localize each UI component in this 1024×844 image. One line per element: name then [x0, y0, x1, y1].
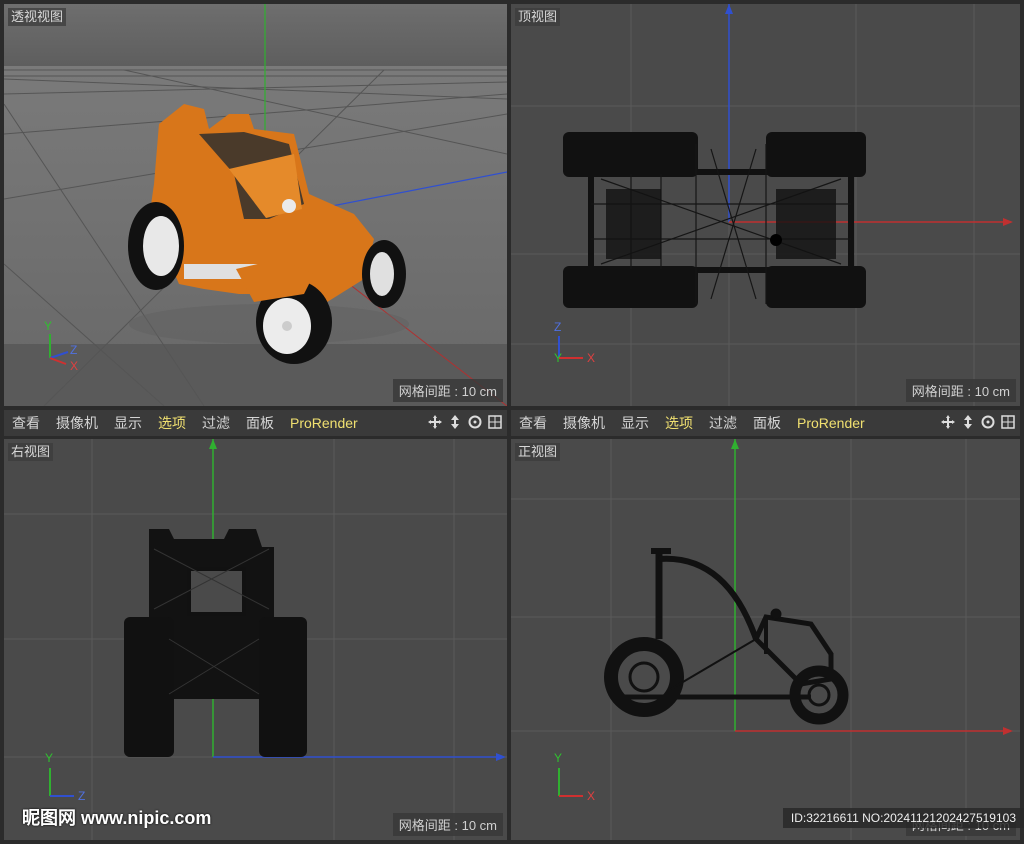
menu-display[interactable]: 显示 [613, 413, 657, 433]
menu-camera[interactable]: 摄像机 [48, 413, 106, 433]
watermark-id: ID:32216611 NO:20241121202427519103 [782, 808, 1024, 828]
right-wireframe[interactable] [124, 529, 307, 757]
menu-panel[interactable]: 面板 [745, 413, 789, 433]
move-view-icon[interactable] [940, 414, 956, 430]
axis-y-label: Y [44, 319, 52, 333]
axis-x-label: X [587, 351, 595, 365]
axis-gizmo-front: Y X [554, 751, 595, 803]
viewport-label: 右视图 [8, 443, 54, 461]
maximize-view-icon[interactable] [1000, 414, 1016, 430]
zoom-view-icon[interactable] [447, 414, 463, 430]
menu-display[interactable]: 显示 [106, 413, 150, 433]
menu-view[interactable]: 查看 [511, 413, 555, 433]
grid-spacing: 网格间距 : 10 cm [392, 379, 503, 402]
viewport-label: 透视视图 [8, 8, 67, 26]
axis-y-label: Y [554, 351, 562, 365]
viewport-label: 正视图 [515, 443, 561, 461]
viewport-toolbar-right: 查看 摄像机 显示 选项 过滤 面板 ProRender [511, 410, 1020, 436]
menu-prorender[interactable]: ProRender [282, 415, 366, 431]
viewport-right[interactable]: 右视图 Y Z 网格间距 : 10 cm [4, 439, 507, 840]
axis-y-label: Y [45, 751, 53, 765]
menu-options[interactable]: 选项 [657, 413, 701, 433]
menu-options[interactable]: 选项 [150, 413, 194, 433]
watermark-logo: 昵图网 www.nipic.com [22, 808, 212, 828]
menu-panel[interactable]: 面板 [238, 413, 282, 433]
viewport-label: 顶视图 [515, 8, 561, 26]
front-wireframe[interactable] [604, 548, 849, 725]
axis-gizmo-perspective: Y Z X [44, 319, 78, 373]
axis-x-label: X [70, 359, 78, 373]
axis-z-label: Z [554, 320, 561, 334]
grid-spacing: 网格间距 : 10 cm [905, 379, 1016, 402]
axis-gizmo-right: Y Z [45, 751, 85, 803]
rotate-view-icon[interactable] [980, 414, 996, 430]
rotate-view-icon[interactable] [467, 414, 483, 430]
axis-x-label: X [587, 789, 595, 803]
axis-z-label: Z [78, 789, 85, 803]
menu-prorender[interactable]: ProRender [789, 415, 873, 431]
axis-z-label: Z [70, 343, 77, 357]
grid-spacing: 网格间距 : 10 cm [392, 813, 503, 836]
move-view-icon[interactable] [427, 414, 443, 430]
zoom-view-icon[interactable] [960, 414, 976, 430]
top-wireframe[interactable] [563, 132, 866, 308]
menu-view[interactable]: 查看 [4, 413, 48, 433]
viewport-front[interactable]: 正视图 Y X 网格间距 : 10 cm [511, 439, 1020, 840]
viewport-perspective[interactable]: 透视视图 Y Z X 网格间距 : 10 cm [4, 4, 507, 406]
maximize-view-icon[interactable] [487, 414, 503, 430]
axis-gizmo-top: Z Y X [554, 320, 595, 365]
menu-filter[interactable]: 过滤 [194, 413, 238, 433]
viewport-toolbar-left: 查看 摄像机 显示 选项 过滤 面板 ProRender [4, 410, 507, 436]
viewport-top[interactable]: 顶视图 Z Y X 网格间距 : 10 cm [511, 4, 1020, 406]
menu-filter[interactable]: 过滤 [701, 413, 745, 433]
axis-y-label: Y [554, 751, 562, 765]
menu-camera[interactable]: 摄像机 [555, 413, 613, 433]
